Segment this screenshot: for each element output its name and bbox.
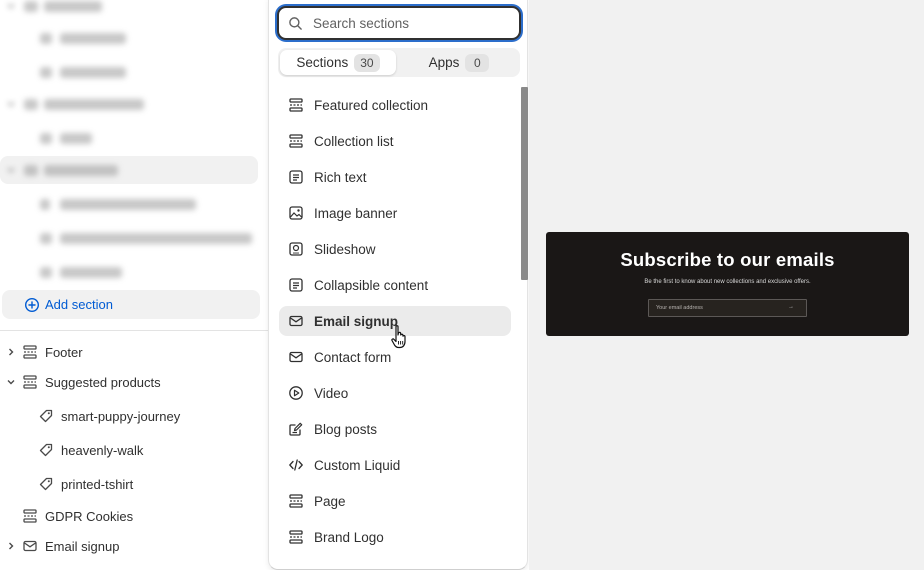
- section-item-featured-collection[interactable]: Featured collection: [279, 90, 511, 120]
- tree-item-email-signup[interactable]: Email signup: [0, 532, 268, 560]
- section-item-brand-logo[interactable]: Brand Logo: [279, 522, 511, 552]
- count-badge: 30: [354, 53, 380, 72]
- tree-item-label: smart-puppy-journey: [61, 409, 181, 424]
- theme-sections-sidebar: Add section Footer Suggested products sm…: [0, 0, 268, 570]
- tab-sections[interactable]: Sections 30: [280, 50, 396, 75]
- image-banner-icon: [288, 205, 304, 221]
- storefront-preview: Subscribe to our emails Be the first to …: [529, 0, 924, 570]
- section-item-label: Featured collection: [314, 97, 429, 113]
- tree-item-obscured[interactable]: [0, 0, 268, 20]
- section-item-label: Rich text: [314, 169, 367, 185]
- tag-icon: [38, 408, 54, 424]
- tab-apps[interactable]: Apps 0: [400, 50, 518, 75]
- count-badge: 0: [465, 53, 490, 72]
- tab-label: Sections: [296, 55, 349, 70]
- rich-text-icon: [288, 169, 304, 185]
- section-item-label: Brand Logo: [314, 529, 384, 545]
- tree-item-obscured[interactable]: [0, 58, 268, 86]
- email-address-field[interactable]: Your email address →: [648, 299, 807, 317]
- tree-item-gdpr-cookies[interactable]: GDPR Cookies: [0, 502, 268, 530]
- chevron-right-icon[interactable]: [4, 539, 18, 553]
- tree-item-footer[interactable]: Footer: [0, 338, 268, 366]
- collection-list-icon: [288, 133, 304, 149]
- section-item-label: Image banner: [314, 205, 398, 221]
- picker-tabs: Sections 30 Apps 0: [278, 48, 520, 77]
- search-box[interactable]: [277, 6, 521, 40]
- blog-posts-icon: [288, 421, 304, 437]
- section-item-rich-text[interactable]: Rich text: [279, 162, 511, 192]
- pointer-cursor-icon: [390, 324, 410, 350]
- section-item-custom-liquid[interactable]: Custom Liquid: [279, 450, 511, 480]
- section-item-slideshow[interactable]: Slideshow: [279, 234, 511, 264]
- play-icon: [288, 385, 304, 401]
- tree-item-selected[interactable]: [0, 156, 258, 184]
- tree-item-suggested-products[interactable]: Suggested products: [0, 368, 268, 396]
- section-layout-icon: [22, 374, 38, 390]
- tree-item-label: printed-tshirt: [61, 477, 134, 492]
- add-section-button[interactable]: Add section: [2, 290, 260, 319]
- add-section-label: Add section: [45, 297, 113, 312]
- banner-title: Subscribe to our emails: [620, 249, 835, 270]
- section-layout-icon: [22, 344, 38, 360]
- tree-item-obscured[interactable]: [0, 224, 268, 252]
- section-item-page[interactable]: Page: [279, 486, 511, 516]
- tab-label: Apps: [428, 55, 460, 70]
- collapsible-content-icon: [288, 277, 304, 293]
- section-item-image-banner[interactable]: Image banner: [279, 198, 511, 228]
- section-layout-icon: [22, 508, 38, 524]
- section-item-label: Email signup: [314, 313, 399, 329]
- tree-item-obscured[interactable]: [0, 258, 268, 286]
- section-item-video[interactable]: Video: [279, 378, 511, 408]
- tree-item-obscured[interactable]: [0, 24, 268, 52]
- slideshow-icon: [288, 241, 304, 257]
- banner-description: Be the first to know about new collectio…: [644, 279, 811, 285]
- email-field-placeholder: Your email address: [656, 305, 703, 311]
- arrow-right-icon[interactable]: →: [788, 304, 794, 310]
- page-icon: [288, 493, 304, 509]
- email-icon: [22, 538, 38, 554]
- code-icon: [288, 457, 304, 473]
- tree-item-label: heavenly-walk: [61, 443, 144, 458]
- section-item-label: Contact form: [314, 349, 392, 365]
- section-item-label: Collapsible content: [314, 277, 429, 293]
- tree-item-product[interactable]: heavenly-walk: [0, 436, 268, 464]
- brand-logo-icon: [288, 529, 304, 545]
- tree-item-product[interactable]: printed-tshirt: [0, 470, 268, 498]
- chevron-right-icon[interactable]: [4, 345, 18, 359]
- search-input[interactable]: [313, 13, 509, 33]
- section-item-collapsible-content[interactable]: Collapsible content: [279, 270, 511, 300]
- tag-icon: [38, 442, 54, 458]
- section-item-label: Custom Liquid: [314, 457, 401, 473]
- section-item-label: Page: [314, 493, 346, 509]
- tree-item-obscured[interactable]: [0, 190, 268, 218]
- email-icon: [288, 313, 304, 329]
- section-item-label: Blog posts: [314, 421, 378, 437]
- chevron-down-icon[interactable]: [4, 97, 18, 111]
- email-signup-preview-banner[interactable]: Subscribe to our emails Be the first to …: [546, 232, 909, 336]
- tree-item-label: GDPR Cookies: [45, 509, 134, 524]
- section-item-label: Video: [314, 385, 349, 401]
- section-item-blog-posts[interactable]: Blog posts: [279, 414, 511, 444]
- chevron-down-icon[interactable]: [4, 0, 18, 13]
- section-item-collection-list[interactable]: Collection list: [279, 126, 511, 156]
- divider: [0, 330, 268, 331]
- tree-item-label: Suggested products: [45, 375, 161, 390]
- section-item-label: Collection list: [314, 133, 394, 149]
- tree-item-product[interactable]: smart-puppy-journey: [0, 402, 268, 430]
- add-section-picker: Sections 30 Apps 0 Featured collection C…: [268, 0, 528, 570]
- tree-item-obscured[interactable]: [0, 90, 268, 118]
- plus-circle-icon: [24, 297, 40, 313]
- tree-item-obscured[interactable]: [0, 124, 268, 152]
- email-icon: [288, 349, 304, 365]
- chevron-down-icon[interactable]: [4, 375, 18, 389]
- scrollbar-thumb[interactable]: [521, 87, 528, 280]
- search-icon: [288, 16, 303, 34]
- tag-icon: [38, 476, 54, 492]
- section-item-label: Slideshow: [314, 241, 376, 257]
- tree-item-label: Email signup: [45, 539, 120, 554]
- featured-collection-icon: [288, 97, 304, 113]
- tree-item-label: Footer: [45, 345, 83, 360]
- chevron-down-icon[interactable]: [4, 163, 18, 177]
